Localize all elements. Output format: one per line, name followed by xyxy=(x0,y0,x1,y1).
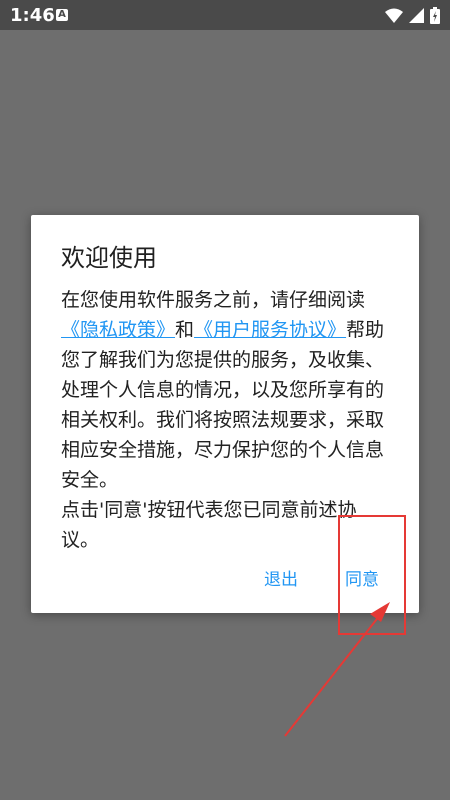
arrow-annotation xyxy=(284,602,390,737)
